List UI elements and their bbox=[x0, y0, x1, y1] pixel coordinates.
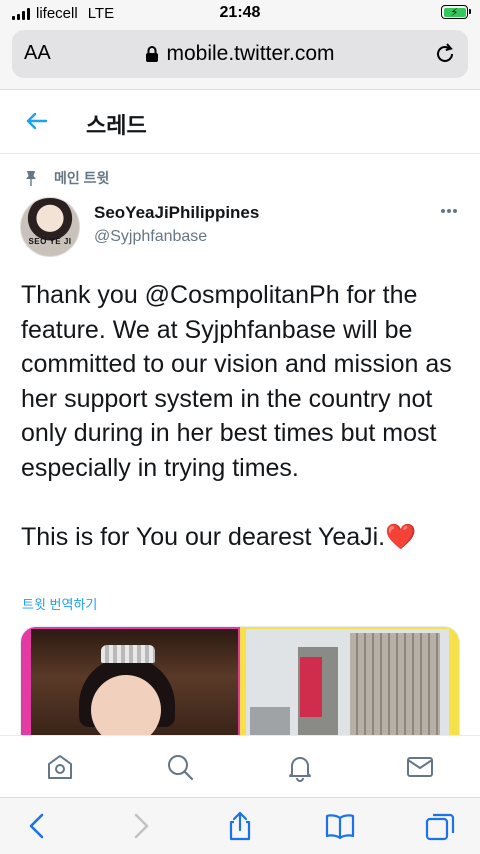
twitter-bottom-nav bbox=[0, 735, 480, 797]
display-name[interactable]: SeoYeaJiPhilippines bbox=[94, 203, 259, 223]
forward-icon[interactable] bbox=[124, 810, 156, 842]
avatar-text: SEO YE JI bbox=[28, 237, 72, 246]
back-arrow-icon[interactable] bbox=[24, 108, 50, 134]
safari-toolbar bbox=[0, 797, 480, 854]
notifications-icon[interactable] bbox=[285, 752, 315, 782]
url-bar[interactable]: AA mobile.twitter.com bbox=[12, 30, 468, 78]
status-bar: lifecell LTE 21:48 ⚡ bbox=[0, 0, 480, 26]
search-icon[interactable] bbox=[165, 752, 195, 782]
media-image-portrait[interactable] bbox=[21, 627, 240, 735]
reload-icon[interactable] bbox=[432, 41, 458, 67]
messages-icon[interactable] bbox=[405, 752, 435, 782]
share-icon[interactable] bbox=[224, 810, 256, 842]
pinned-label: 메인 트윗 bbox=[54, 170, 110, 186]
status-time: 21:48 bbox=[219, 4, 261, 21]
heart-emoji: ❤️ bbox=[385, 522, 417, 551]
pinned-tweet-indicator: 메인 트윗 bbox=[24, 168, 109, 188]
tweet-body: Thank you @CosmpolitanPh for the feature… bbox=[21, 281, 452, 551]
page-title: 스레드 bbox=[86, 113, 147, 138]
more-options-icon[interactable] bbox=[440, 205, 458, 217]
tweet-text: Thank you @CosmpolitanPh for the feature… bbox=[21, 278, 461, 554]
tabs-icon[interactable] bbox=[424, 810, 456, 842]
tweet-media[interactable] bbox=[20, 626, 460, 736]
battery-icon: ⚡ bbox=[441, 5, 471, 19]
translate-tweet-link[interactable]: 트윗 번역하기 bbox=[22, 594, 97, 613]
bookmarks-icon[interactable] bbox=[324, 810, 356, 842]
home-icon[interactable] bbox=[45, 752, 75, 782]
pin-icon bbox=[26, 171, 36, 186]
browser-address-area: AA mobile.twitter.com bbox=[0, 26, 480, 90]
user-handle[interactable]: @Syjphfanbase bbox=[94, 228, 207, 246]
url-display[interactable]: mobile.twitter.com bbox=[12, 42, 468, 66]
lock-icon bbox=[146, 46, 159, 62]
back-icon[interactable] bbox=[22, 810, 54, 842]
twitter-header: 스레드 bbox=[0, 90, 480, 154]
avatar[interactable]: SEO YE JI bbox=[20, 197, 80, 257]
media-image-billboard[interactable] bbox=[240, 627, 459, 735]
url-text: mobile.twitter.com bbox=[166, 42, 335, 65]
